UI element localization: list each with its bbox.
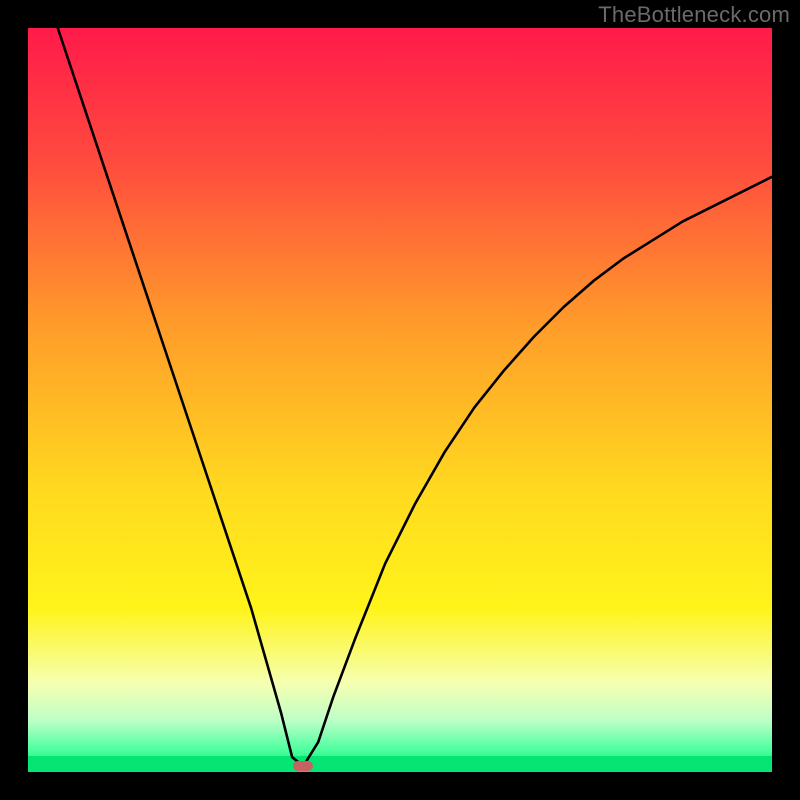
optimal-point-marker	[293, 761, 313, 771]
watermark-text: TheBottleneck.com	[598, 2, 790, 28]
bottleneck-curve	[28, 28, 772, 772]
plot-area	[28, 28, 772, 772]
chart-container: TheBottleneck.com	[0, 0, 800, 800]
